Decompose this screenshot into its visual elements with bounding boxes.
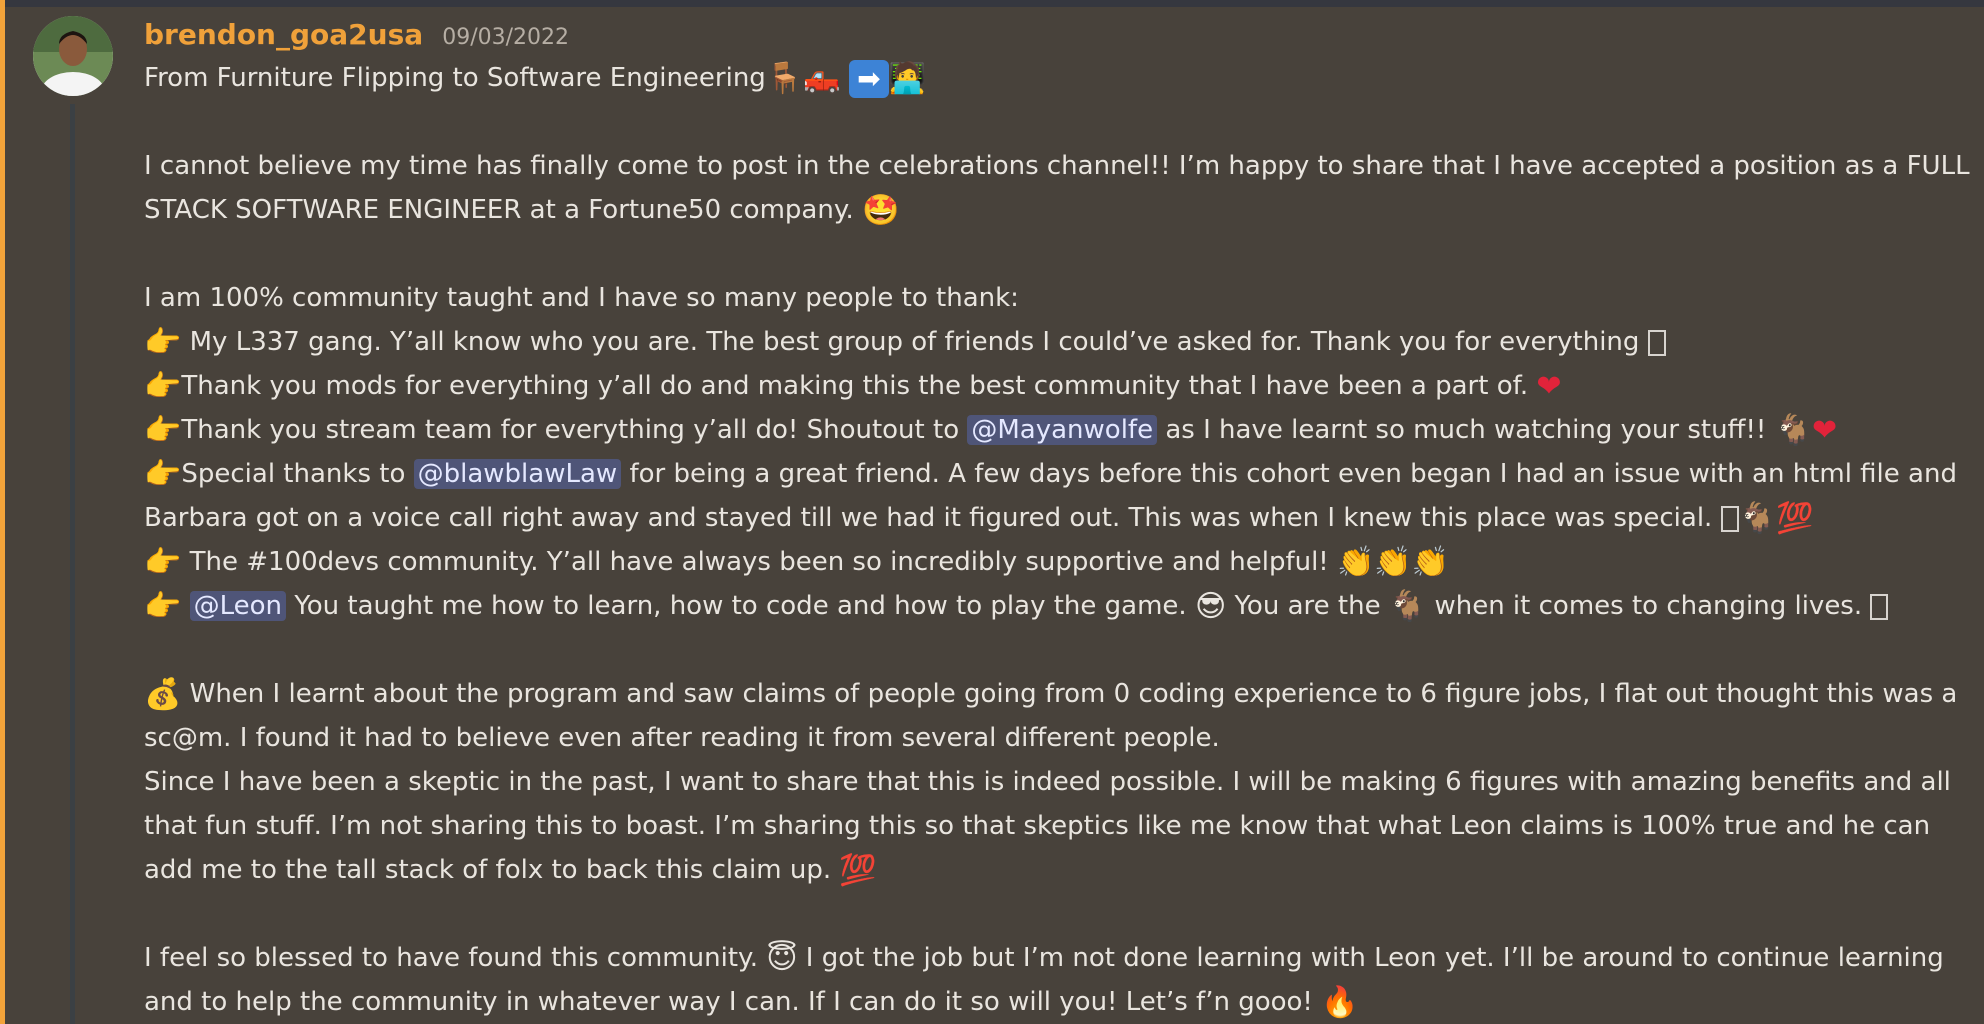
pickup-truck-emoji: 🛻: [803, 60, 841, 96]
paragraph-skeptic: 💰 When I learnt about the program and sa…: [144, 672, 1976, 760]
red-heart-emoji: ❤: [1536, 368, 1562, 404]
clapping-hands-emoji: 👏: [1374, 544, 1412, 580]
message-header: brendon_goa2usa 09/03/2022: [144, 18, 569, 54]
username[interactable]: brendon_goa2usa: [144, 18, 423, 51]
list-item: 👉 My L337 gang. Y’all know who you are. …: [144, 320, 1976, 364]
backhand-index-right-emoji: 👉: [144, 368, 182, 404]
paragraph-thanks-intro: I am 100% community taught and I have so…: [144, 283, 1019, 313]
list-item: 👉Thank you stream team for everything y’…: [144, 408, 1976, 452]
list-item-text: as I have learnt so much watching your s…: [1165, 415, 1767, 445]
backhand-index-right-emoji: 👉: [144, 588, 182, 624]
avatar[interactable]: [33, 16, 113, 96]
technologist-emoji: 🧑‍💻: [888, 60, 927, 96]
list-item-text: Thank you mods for everything y’all do a…: [181, 371, 1529, 401]
fire-emoji: 🔥: [1321, 984, 1359, 1020]
missing-glyph-icon: [1870, 593, 1889, 620]
list-item-text: Special thanks to: [181, 459, 406, 489]
mention-blawblawlaw[interactable]: @blawblawLaw: [413, 459, 622, 489]
goat-emoji: 🐐: [1738, 500, 1776, 536]
thread-line: [70, 104, 75, 1024]
sunglasses-emoji: 😎: [1194, 588, 1227, 624]
smiling-halo-emoji: 😇: [766, 940, 798, 976]
paragraph-text: Since I have been a skeptic in the past,…: [144, 767, 1951, 885]
paragraph-blessed: I feel so blessed to have found this com…: [144, 936, 1976, 1024]
timestamp[interactable]: 09/03/2022: [442, 25, 569, 50]
paragraph-text: When I learnt about the program and saw …: [144, 679, 1958, 753]
money-bag-emoji: 💰: [144, 676, 182, 712]
hundred-points-emoji: 💯: [1775, 500, 1814, 536]
backhand-index-right-emoji: 👉: [144, 324, 182, 360]
paragraph-possible: Since I have been a skeptic in the past,…: [144, 760, 1976, 892]
hundred-points-emoji: 💯: [839, 852, 877, 888]
missing-glyph-icon: [1647, 329, 1666, 356]
backhand-index-right-emoji: 👉: [144, 456, 182, 492]
list-item-text: when it comes to changing lives.: [1434, 591, 1863, 621]
backhand-index-right-emoji: 👉: [144, 544, 182, 580]
paragraph-announcement: I cannot believe my time has finally com…: [144, 144, 1976, 232]
message-title: From Furniture Flipping to Software Engi…: [144, 63, 766, 93]
paragraph-text: I feel so blessed to have found this com…: [144, 943, 758, 973]
list-item: 👉Thank you mods for everything y’all do …: [144, 364, 1976, 408]
clapping-hands-emoji: 👏: [1337, 544, 1375, 580]
missing-glyph-icon: [1720, 505, 1739, 532]
backhand-index-right-emoji: 👉: [144, 412, 182, 448]
goat-emoji: 🐐: [1388, 588, 1427, 624]
goat-emoji: 🐐: [1774, 412, 1812, 448]
right-arrow-emoji: ➡: [848, 59, 889, 98]
list-item-text: Thank you stream team for everything y’a…: [181, 415, 960, 445]
star-struck-emoji: 🤩: [862, 192, 900, 228]
list-item: 👉 The #100devs community. Y’all have alw…: [144, 540, 1976, 584]
mention-leon[interactable]: @Leon: [189, 591, 287, 621]
chair-emoji: 🪑: [765, 60, 804, 96]
message-content: From Furniture Flipping to Software Engi…: [144, 56, 1976, 1024]
top-bar: [0, 0, 1984, 7]
list-item-text: My L337 gang. Y’all know who you are. Th…: [181, 327, 1640, 357]
list-item-text: You are the: [1234, 591, 1381, 621]
list-item-text: The #100devs community. Y’all have alway…: [181, 547, 1329, 577]
list-item-text: You taught me how to learn, how to code …: [294, 591, 1187, 621]
red-heart-emoji: ❤: [1811, 412, 1838, 448]
message-title-line: From Furniture Flipping to Software Engi…: [144, 56, 1976, 100]
paragraph-text: I cannot believe my time has finally com…: [144, 151, 1970, 225]
mention-mayanwolfe[interactable]: @Mayanwolfe: [967, 415, 1158, 445]
list-item: 👉 @Leon You taught me how to learn, how …: [144, 584, 1976, 628]
clapping-hands-emoji: 👏: [1411, 544, 1450, 580]
highlight-accent-bar: [0, 0, 5, 1024]
list-item: 👉Special thanks to @blawblawLaw for bein…: [144, 452, 1976, 540]
